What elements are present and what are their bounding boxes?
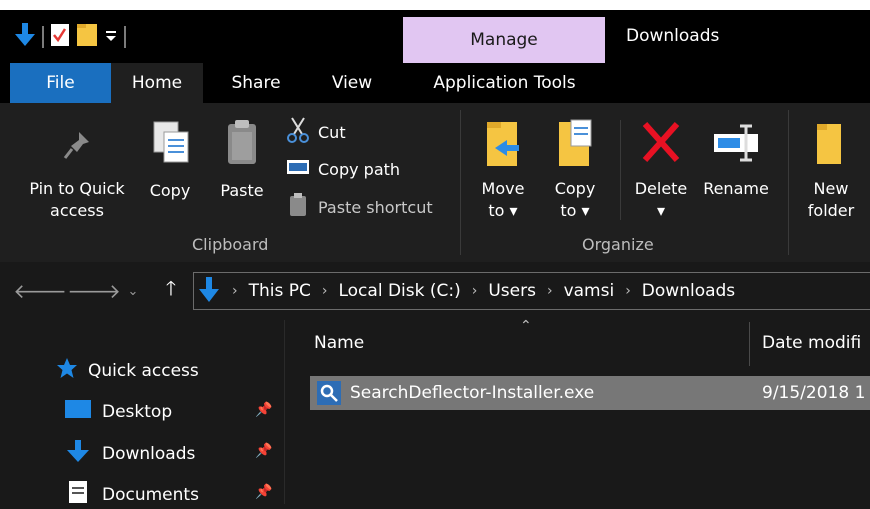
new-folder-qat-icon[interactable] xyxy=(76,22,98,52)
copy-icon xyxy=(148,118,192,180)
up-button[interactable]: 🡑 xyxy=(156,275,186,307)
sidebar-item-label: Documents xyxy=(102,484,199,505)
breadcrumb-downloads[interactable]: Downloads xyxy=(642,281,735,301)
paste-button[interactable]: Paste xyxy=(214,118,270,202)
forward-button[interactable]: 🡒 xyxy=(67,275,121,307)
sidebar-item-quick-access[interactable]: Quick access xyxy=(56,357,199,384)
pin-label: Pin to Quick access xyxy=(29,179,125,220)
new-folder-label: New folder xyxy=(807,179,855,220)
chevron-down-icon: ⌄ xyxy=(127,283,139,299)
pin-to-quick-access-button[interactable]: Pin to Quick access xyxy=(18,122,136,222)
copy-to-button[interactable]: Copy to ▾ xyxy=(546,116,604,222)
downloads-location-icon xyxy=(198,276,220,308)
paste-shortcut-button[interactable]: Paste shortcut xyxy=(286,192,433,222)
breadcrumb-separator: › xyxy=(471,283,478,299)
breadcrumb-separator: › xyxy=(321,283,328,299)
clipboard-icon xyxy=(220,118,264,180)
column-divider[interactable] xyxy=(749,322,750,366)
copy-button[interactable]: Copy xyxy=(144,118,196,202)
column-header-date-modified[interactable]: Date modifi xyxy=(762,333,861,353)
rename-label: Rename xyxy=(703,179,769,198)
paste-label: Paste xyxy=(220,181,264,200)
delete-label: Delete ▾ xyxy=(634,179,688,220)
pin-icon xyxy=(57,122,97,178)
delete-button[interactable]: Delete ▾ xyxy=(630,116,692,222)
recent-locations-button[interactable]: ⌄ xyxy=(122,275,144,307)
download-arrow-icon xyxy=(64,439,92,468)
paste-shortcut-icon xyxy=(286,192,310,222)
ribbon-separator xyxy=(788,110,789,255)
tab-home[interactable]: Home xyxy=(111,63,203,103)
copy-path-label: Copy path xyxy=(318,159,401,179)
download-arrow-icon[interactable] xyxy=(14,22,36,52)
breadcrumb-separator: › xyxy=(232,283,238,299)
search-deflector-icon xyxy=(316,380,342,410)
qat-separator xyxy=(124,26,126,48)
tab-share[interactable]: Share xyxy=(210,63,302,103)
breadcrumb-local-disk[interactable]: Local Disk (C:) xyxy=(338,281,460,301)
breadcrumb-separator: › xyxy=(546,283,553,299)
pin-icon[interactable]: 📌 xyxy=(255,484,272,500)
tab-application-tools[interactable]: Application Tools xyxy=(405,63,604,103)
organize-separator xyxy=(620,120,621,220)
delete-x-icon xyxy=(639,116,683,178)
quick-access-toolbar xyxy=(14,22,126,52)
breadcrumb-separator: › xyxy=(625,283,631,299)
breadcrumb-this-pc[interactable]: This PC xyxy=(249,281,311,301)
file-date-modified: 9/15/2018 1 xyxy=(762,383,866,403)
forward-arrow-icon: 🡒 xyxy=(67,279,121,303)
tab-file[interactable]: File xyxy=(10,63,111,103)
properties-icon[interactable] xyxy=(50,23,70,51)
document-icon xyxy=(64,480,92,509)
organize-group-label: Organize xyxy=(582,235,654,254)
pane-divider xyxy=(284,320,285,504)
column-header-name[interactable]: Name xyxy=(314,333,364,353)
tab-view[interactable]: View xyxy=(304,63,400,103)
folder-icon xyxy=(809,116,853,178)
sidebar-item-label: Desktop xyxy=(102,401,173,422)
cut-button[interactable]: Cut xyxy=(286,116,346,148)
pin-icon[interactable]: 📌 xyxy=(255,443,272,459)
clipboard-group-label: Clipboard xyxy=(192,235,269,254)
move-to-icon xyxy=(481,116,525,178)
qat-separator xyxy=(42,26,44,48)
up-arrow-icon: 🡑 xyxy=(165,276,177,300)
window-title: Downloads xyxy=(626,26,720,46)
sidebar-item-downloads[interactable]: Downloads xyxy=(64,439,195,468)
back-arrow-icon: 🡐 xyxy=(13,279,67,303)
desktop-icon xyxy=(64,398,92,425)
rename-button[interactable]: Rename xyxy=(700,116,772,200)
move-to-button[interactable]: Move to ▾ xyxy=(474,116,532,222)
ribbon-separator xyxy=(460,110,461,255)
file-name: SearchDeflector-Installer.exe xyxy=(350,383,595,403)
sidebar-item-label: Downloads xyxy=(102,443,196,464)
tab-manage[interactable]: Manage xyxy=(403,17,605,63)
copy-label: Copy xyxy=(149,181,191,200)
paste-shortcut-label: Paste shortcut xyxy=(318,197,433,217)
sidebar-item-desktop[interactable]: Desktop xyxy=(64,398,172,425)
breadcrumb: › This PC › Local Disk (C:) › Users › va… xyxy=(232,272,735,310)
star-icon xyxy=(56,357,78,384)
copy-path-button[interactable]: Copy path xyxy=(286,156,400,182)
rename-icon xyxy=(710,116,762,178)
copy-path-icon xyxy=(286,156,310,182)
sidebar-item-label: Quick access xyxy=(88,360,199,381)
sidebar-item-documents[interactable]: Documents xyxy=(64,480,199,509)
new-folder-button[interactable]: New folder xyxy=(802,116,860,222)
breadcrumb-users[interactable]: Users xyxy=(488,281,536,301)
sort-ascending-icon: ⌃ xyxy=(520,318,532,334)
customize-qat-icon[interactable] xyxy=(104,25,118,49)
pin-icon[interactable]: 📌 xyxy=(255,402,272,418)
breadcrumb-vamsi[interactable]: vamsi xyxy=(564,281,615,301)
back-button[interactable]: 🡐 xyxy=(13,275,67,307)
scissors-icon xyxy=(286,116,310,148)
copy-to-label: Copy to ▾ xyxy=(554,179,596,220)
cut-label: Cut xyxy=(318,122,346,142)
move-to-label: Move to ▾ xyxy=(481,179,525,220)
window-top-frame xyxy=(0,0,870,10)
copy-to-icon xyxy=(553,116,597,178)
